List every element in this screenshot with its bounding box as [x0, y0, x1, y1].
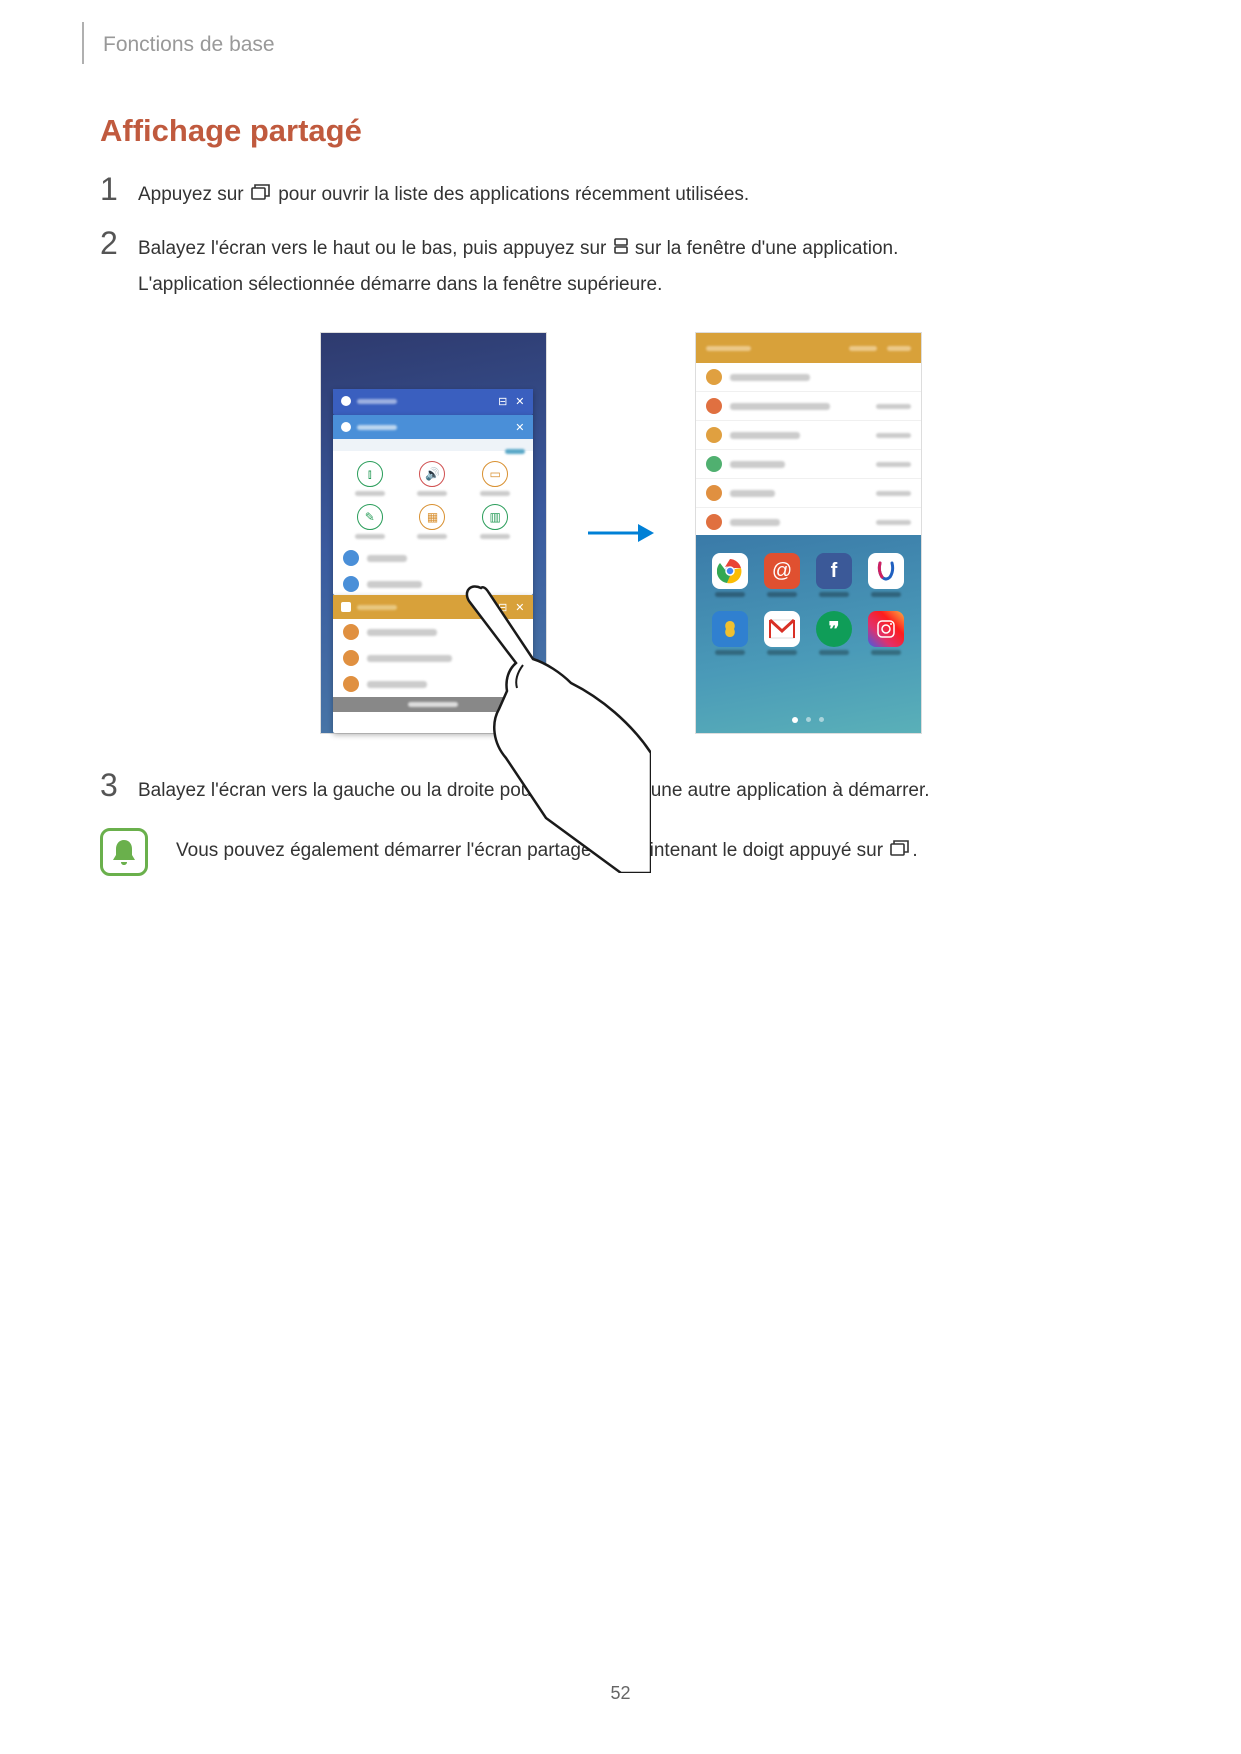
- email-icon: @: [764, 553, 800, 589]
- split-view-icon: [614, 231, 628, 267]
- step-2-text-c: L'application sélectionnée démarre dans …: [138, 274, 662, 295]
- step-number: 1: [100, 173, 138, 205]
- instagram-icon: [868, 611, 904, 647]
- bell-icon: [100, 828, 148, 876]
- chrome-icon: [712, 553, 748, 589]
- note-text-a: Vous pouvez également démarrer l'écran p…: [176, 840, 888, 861]
- step-3: 3 Balayez l'écran vers la gauche ou la d…: [100, 773, 1141, 809]
- figure-row: ⊟✕ ✕ ⫾ 🔊 ▭ ✎ ▦ ▥: [100, 333, 1141, 733]
- gallery-icon: [712, 611, 748, 647]
- step-1: 1 Appuyez sur pour ouvrir la liste des a…: [100, 177, 1141, 213]
- step-3-text: Balayez l'écran vers la gauche ou la dro…: [138, 780, 930, 801]
- step-2-text-b: sur la fenêtre d'une application.: [635, 238, 898, 259]
- note-block: Vous pouvez également démarrer l'écran p…: [100, 828, 1141, 876]
- section-heading: Affichage partagé: [100, 113, 1141, 149]
- step-1-text-b: pour ouvrir la liste des applications ré…: [278, 184, 749, 205]
- step-2: 2 Balayez l'écran vers le haut ou le bas…: [100, 231, 1141, 303]
- figure-left-phone: ⊟✕ ✕ ⫾ 🔊 ▭ ✎ ▦ ▥: [321, 333, 546, 733]
- header-rule: [82, 22, 84, 64]
- breadcrumb: Fonctions de base: [103, 33, 275, 57]
- galaxy-apps-icon: [868, 553, 904, 589]
- figure-right-phone: @ f ❞: [696, 333, 921, 733]
- gmail-icon: [764, 611, 800, 647]
- step-2-text-a: Balayez l'écran vers le haut ou le bas, …: [138, 238, 612, 259]
- note-text-b: .: [912, 840, 917, 861]
- step-1-text-a: Appuyez sur: [138, 184, 249, 205]
- recent-apps-icon: [251, 177, 271, 213]
- step-number: 2: [100, 227, 138, 259]
- page-number: 52: [610, 1683, 630, 1704]
- hangouts-icon: ❞: [816, 611, 852, 647]
- recent-apps-icon: [890, 833, 910, 869]
- step-number: 3: [100, 769, 138, 801]
- arrow-icon: [586, 521, 656, 545]
- facebook-icon: f: [816, 553, 852, 589]
